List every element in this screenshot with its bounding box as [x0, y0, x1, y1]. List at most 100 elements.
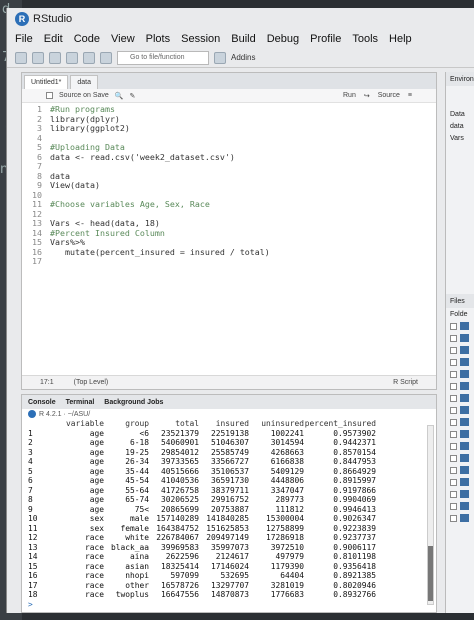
file-checkbox[interactable] [450, 382, 457, 390]
cell: 0.9442371 [333, 438, 376, 447]
row-index: 4 [28, 457, 33, 466]
file-row[interactable] [446, 320, 474, 332]
menu-tools[interactable]: Tools [352, 33, 378, 45]
search-icon[interactable]: 🔍 [115, 92, 124, 100]
rerun-icon[interactable]: ↪ [364, 92, 370, 100]
scope-indicator[interactable]: (Top Level) [74, 379, 109, 386]
menu-build[interactable]: Build [231, 33, 255, 45]
file-checkbox[interactable] [450, 430, 457, 438]
env-item-vars[interactable]: Vars [446, 132, 474, 144]
tab-background-jobs[interactable]: Background Jobs [104, 399, 163, 406]
save-all-icon[interactable] [83, 51, 95, 64]
file-row[interactable] [446, 332, 474, 344]
console-row: 17 race other 16578726 13297707 3281019 0.8020… [22, 581, 426, 591]
grid-icon[interactable] [214, 51, 226, 64]
file-checkbox[interactable] [450, 454, 457, 462]
file-checkbox[interactable] [450, 466, 457, 474]
file-checkbox[interactable] [450, 478, 457, 486]
file-checkbox[interactable] [450, 358, 457, 366]
file-row[interactable] [446, 464, 474, 476]
open-project-icon[interactable] [32, 51, 44, 64]
save-icon[interactable] [66, 51, 78, 64]
row-index: 11 [28, 523, 38, 533]
code-line[interactable]: 9 View(data) [22, 180, 436, 191]
file-type-indicator[interactable]: R Script [393, 379, 436, 386]
cell: 209497149 [206, 533, 249, 542]
file-icon [460, 382, 469, 390]
outline-icon[interactable]: ≡ [408, 92, 412, 100]
file-checkbox[interactable] [450, 514, 457, 522]
menu-help[interactable]: Help [389, 33, 412, 45]
console-scrollbar[interactable] [427, 425, 434, 605]
print-icon[interactable] [100, 51, 112, 64]
file-checkbox[interactable] [450, 370, 457, 378]
code-line[interactable]: 3 library(ggplot2) [22, 123, 436, 134]
scroll-thumb[interactable] [428, 546, 433, 601]
tab-environment[interactable]: Environ [446, 72, 474, 86]
console-output[interactable]: variable group total insured uninsured percen… [22, 419, 426, 609]
env-item-data[interactable]: data [446, 120, 474, 132]
file-row[interactable] [446, 392, 474, 404]
code-line[interactable]: 16 mutate(percent_insured = insured / to… [22, 247, 436, 258]
menu-code[interactable]: Code [74, 33, 100, 45]
file-checkbox[interactable] [450, 502, 457, 510]
menu-profile[interactable]: Profile [310, 33, 341, 45]
file-row[interactable] [446, 500, 474, 512]
cell: 0.9946413 [333, 504, 376, 514]
file-row[interactable] [446, 404, 474, 416]
file-row[interactable] [446, 488, 474, 500]
file-icon [460, 430, 469, 438]
file-checkbox[interactable] [450, 346, 457, 354]
file-checkbox[interactable] [450, 442, 457, 450]
menu-edit[interactable]: Edit [44, 33, 63, 45]
file-checkbox[interactable] [450, 334, 457, 342]
code-line[interactable]: 11 #Choose variables Age, Sex, Race [22, 199, 436, 210]
file-row[interactable] [446, 440, 474, 452]
file-checkbox[interactable] [450, 490, 457, 498]
file-row[interactable] [446, 356, 474, 368]
tab-data[interactable]: data [70, 75, 98, 89]
run-button[interactable]: Run [343, 92, 356, 100]
tab-terminal[interactable]: Terminal [66, 399, 95, 406]
tab-console[interactable]: Console [28, 399, 56, 406]
file-checkbox[interactable] [450, 406, 457, 414]
file-row[interactable] [446, 512, 474, 524]
file-row[interactable] [446, 380, 474, 392]
code-line[interactable]: 17 [22, 256, 436, 267]
menu-debug[interactable]: Debug [267, 33, 299, 45]
addins-button[interactable]: Addins [231, 53, 255, 62]
menu-view[interactable]: View [111, 33, 135, 45]
menu-session[interactable]: Session [181, 33, 220, 45]
new-file-icon[interactable] [15, 51, 27, 64]
tab-untitled1[interactable]: Untitled1* [24, 75, 69, 89]
column-header: total [175, 419, 199, 428]
file-row[interactable] [446, 344, 474, 356]
code-area[interactable]: 1 #Run programs 2 library(dplyr) 3 library(gg… [22, 104, 436, 370]
console-pane: Console Terminal Background Jobs R 4.2.1… [21, 394, 437, 613]
source-button[interactable]: Source [378, 92, 400, 100]
open-file-icon[interactable] [49, 51, 61, 64]
menu-file[interactable]: File [15, 33, 33, 45]
console-prompt[interactable]: > [22, 600, 426, 610]
file-row[interactable] [446, 452, 474, 464]
file-list [446, 320, 474, 524]
file-checkbox[interactable] [450, 418, 457, 426]
goto-file-input[interactable]: Go to file/function [117, 50, 209, 65]
menu-plots[interactable]: Plots [146, 33, 170, 45]
source-on-save-checkbox[interactable] [46, 92, 53, 99]
cell: 0.8447953 [333, 457, 376, 466]
file-row[interactable] [446, 428, 474, 440]
new-folder-button[interactable]: Folde [446, 308, 474, 320]
file-checkbox[interactable] [450, 322, 457, 330]
main-toolbar: Go to file/function Addins [7, 48, 474, 68]
code-line[interactable]: 7 [22, 161, 436, 172]
file-checkbox[interactable] [450, 394, 457, 402]
wand-icon[interactable]: ✎ [130, 92, 136, 100]
code-line[interactable]: 6 data <- read.csv('week2_dataset.csv') [22, 152, 436, 163]
column-header: uninsured [261, 419, 304, 428]
tab-files[interactable]: Files [446, 294, 474, 308]
file-row[interactable] [446, 476, 474, 488]
cell: 23521379 [160, 428, 199, 438]
file-row[interactable] [446, 368, 474, 380]
file-row[interactable] [446, 416, 474, 428]
